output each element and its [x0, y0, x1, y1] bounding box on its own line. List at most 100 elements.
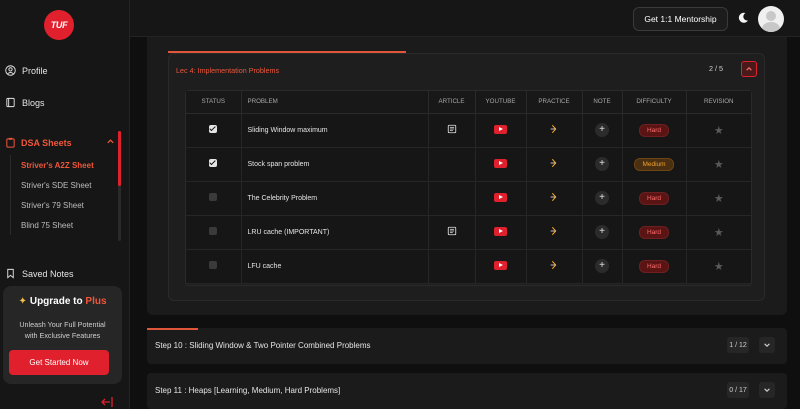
star-icon[interactable]: ★: [714, 227, 724, 239]
problem-name[interactable]: Sliding Window maximum: [241, 113, 429, 148]
revision-cell: ★: [686, 249, 751, 284]
sheet-item-sde[interactable]: Striver's SDE Sheet: [11, 175, 120, 195]
step-title[interactable]: Step 10 : Sliding Window & Two Pointer C…: [155, 341, 371, 350]
practice-icon[interactable]: [549, 192, 559, 202]
article-icon[interactable]: [447, 124, 457, 134]
table-row: LFU cache + Hard ★: [186, 249, 751, 284]
sidebar-item-profile[interactable]: Profile: [5, 65, 48, 76]
practice-cell: [526, 181, 583, 216]
article-cell: [428, 113, 476, 148]
sheet-item-blind75[interactable]: Blind 75 Sheet: [11, 215, 120, 235]
sidebar: TUF Profile Blogs DSA Sheets Striver's A…: [0, 0, 130, 409]
sheet-item-a2z[interactable]: Striver's A2Z Sheet: [11, 155, 120, 175]
add-note-icon[interactable]: +: [595, 225, 609, 239]
avatar[interactable]: [758, 6, 784, 32]
practice-icon[interactable]: [549, 158, 559, 168]
upgrade-title-prefix: Upgrade to: [29, 296, 86, 307]
problems-table-wrapper: Status Problem Article Youtube Practice …: [185, 90, 752, 286]
article-cell: [428, 181, 476, 216]
practice-icon[interactable]: [549, 226, 559, 236]
col-header-revision: Revision: [686, 91, 751, 114]
step-progress-bar: [147, 328, 199, 330]
note-cell: +: [582, 249, 623, 284]
upgrade-title: ✦ Upgrade to Plus: [3, 296, 122, 307]
sidebar-item-dsa-sheets[interactable]: DSA Sheets: [5, 137, 115, 148]
col-header-status: Status: [186, 91, 242, 114]
practice-cell: [526, 147, 583, 182]
star-icon[interactable]: ★: [714, 125, 724, 137]
youtube-icon[interactable]: [494, 260, 507, 270]
problem-name[interactable]: LRU cache (IMPORTANT): [241, 215, 429, 250]
practice-icon[interactable]: [549, 124, 559, 134]
step-count: 0 / 17: [727, 382, 749, 398]
youtube-cell: [475, 181, 527, 216]
step-row-11[interactable]: Step 11 : Heaps [Learning, Medium, Hard …: [147, 373, 787, 409]
sheet-item-79[interactable]: Striver's 79 Sheet: [11, 195, 120, 215]
youtube-cell: [475, 113, 527, 148]
step-row-10[interactable]: Step 10 : Sliding Window & Two Pointer C…: [147, 328, 787, 364]
table-header-row: Status Problem Article Youtube Practice …: [186, 91, 751, 114]
sidebar-item-label: Profile: [22, 65, 48, 76]
sparkle-icon: ✦: [18, 296, 27, 307]
col-header-youtube: Youtube: [475, 91, 527, 114]
table-row: Stock span problem + Medium ★: [186, 147, 751, 182]
youtube-icon[interactable]: [494, 226, 507, 236]
status-checkbox[interactable]: [209, 261, 218, 269]
revision-cell: ★: [686, 181, 751, 216]
status-checkbox[interactable]: [209, 159, 218, 167]
get-started-button[interactable]: Get Started Now: [9, 350, 109, 375]
status-checkbox[interactable]: [209, 227, 218, 235]
star-icon[interactable]: ★: [714, 193, 724, 205]
note-cell: +: [582, 147, 623, 182]
problem-name[interactable]: The Celebrity Problem: [241, 181, 429, 216]
note-cell: +: [582, 113, 623, 148]
difficulty-cell: Hard: [622, 181, 687, 216]
youtube-icon[interactable]: [494, 124, 507, 134]
practice-cell: [526, 113, 583, 148]
star-icon[interactable]: ★: [714, 261, 724, 273]
difficulty-badge: Hard: [638, 191, 670, 205]
youtube-cell: [475, 215, 527, 250]
lecture-title[interactable]: Lec 4: Implementation Problems: [176, 66, 279, 75]
youtube-icon[interactable]: [494, 192, 507, 202]
collapse-sidebar-icon[interactable]: [100, 396, 114, 409]
star-icon[interactable]: ★: [714, 159, 724, 171]
status-checkbox[interactable]: [209, 193, 218, 201]
lecture-collapse-button[interactable]: [741, 61, 757, 77]
mentorship-button[interactable]: Get 1:1 Mentorship: [633, 7, 728, 31]
moon-icon[interactable]: [736, 11, 750, 25]
upgrade-desc-line2: with Exclusive Features: [24, 331, 101, 340]
step-expand-button[interactable]: [759, 382, 775, 398]
add-note-icon[interactable]: +: [595, 157, 609, 171]
add-note-icon[interactable]: +: [595, 191, 609, 205]
step-title[interactable]: Step 11 : Heaps [Learning, Medium, Hard …: [155, 386, 340, 395]
table-row: LRU cache (IMPORTANT) + Hard ★: [186, 215, 751, 250]
practice-cell: [526, 249, 583, 284]
problem-name[interactable]: Stock span problem: [241, 147, 429, 182]
difficulty-cell: Hard: [622, 113, 687, 148]
sidebar-item-label: Saved Notes: [22, 268, 74, 279]
difficulty-badge: Hard: [638, 259, 670, 273]
add-note-icon[interactable]: +: [595, 123, 609, 137]
status-checkbox[interactable]: [209, 125, 218, 133]
chevron-up-icon[interactable]: [106, 137, 115, 148]
logo-text: TUF: [50, 20, 68, 30]
youtube-icon[interactable]: [494, 158, 507, 168]
problem-name[interactable]: LFU cache: [241, 249, 429, 284]
sidebar-item-saved-notes[interactable]: Saved Notes: [5, 268, 74, 279]
status-cell: [186, 181, 242, 216]
step-expand-button[interactable]: [759, 337, 775, 353]
topbar: Get 1:1 Mentorship: [130, 0, 800, 37]
practice-icon[interactable]: [549, 260, 559, 270]
article-icon[interactable]: [447, 226, 457, 236]
tuf-logo[interactable]: TUF: [44, 10, 74, 40]
note-cell: +: [582, 215, 623, 250]
book-icon: [6, 97, 15, 108]
add-note-icon[interactable]: +: [595, 259, 609, 273]
status-cell: [186, 215, 242, 250]
step-count: 1 / 12: [727, 337, 749, 353]
col-header-practice: Practice: [526, 91, 583, 114]
sidebar-item-blogs[interactable]: Blogs: [5, 97, 45, 108]
revision-cell: ★: [686, 113, 751, 148]
table-row: Sliding Window maximum + Hard ★: [186, 113, 751, 148]
